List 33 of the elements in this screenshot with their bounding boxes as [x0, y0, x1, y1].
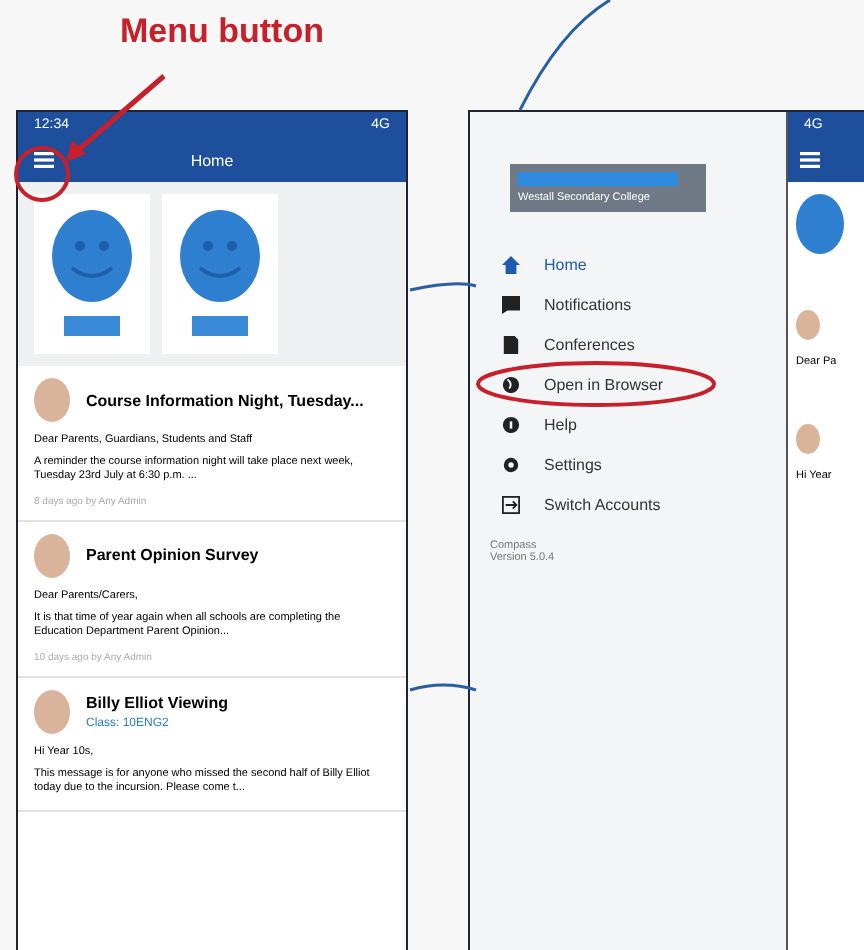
- gear-icon: [502, 455, 520, 473]
- avatar: [796, 310, 820, 340]
- menu-item[interactable]: Help: [470, 404, 786, 444]
- menu-item[interactable]: Home: [470, 244, 786, 284]
- avatar: [34, 533, 70, 578]
- app-tile[interactable]: [162, 194, 278, 354]
- annotation-label: Menu button: [120, 12, 324, 50]
- menu-item[interactable]: Notifications: [470, 284, 786, 324]
- app-tile[interactable]: [34, 194, 150, 354]
- connector-line: [518, 0, 611, 111]
- avatar: [34, 378, 70, 422]
- menu-item[interactable]: Settings: [470, 444, 786, 484]
- menu-item[interactable]: Conferences: [470, 324, 786, 364]
- switch-icon: [502, 495, 520, 513]
- annotation-arrow: [66, 74, 166, 162]
- highlight-circle: [14, 146, 70, 202]
- connector-line: [409, 683, 477, 692]
- screen-title: Home: [188, 151, 236, 169]
- menu-button[interactable]: [30, 148, 58, 172]
- help-icon: [502, 415, 520, 433]
- post-title: Billy Elliot Viewing: [86, 693, 228, 712]
- avatar: [796, 424, 820, 454]
- document-icon: [502, 335, 520, 353]
- home-icon: [502, 255, 520, 273]
- menu-item[interactable]: Open in Browser: [470, 364, 786, 404]
- notification-icon: [502, 295, 520, 313]
- menu-item[interactable]: Switch Accounts: [470, 484, 786, 524]
- post-title: Course Information Night, Tuesday...: [86, 391, 364, 409]
- post-title: Parent Opinion Survey: [86, 546, 259, 565]
- menu-icon[interactable]: [800, 152, 820, 168]
- globe-icon: [502, 375, 520, 393]
- connector-line: [409, 282, 477, 292]
- avatar: [34, 689, 70, 734]
